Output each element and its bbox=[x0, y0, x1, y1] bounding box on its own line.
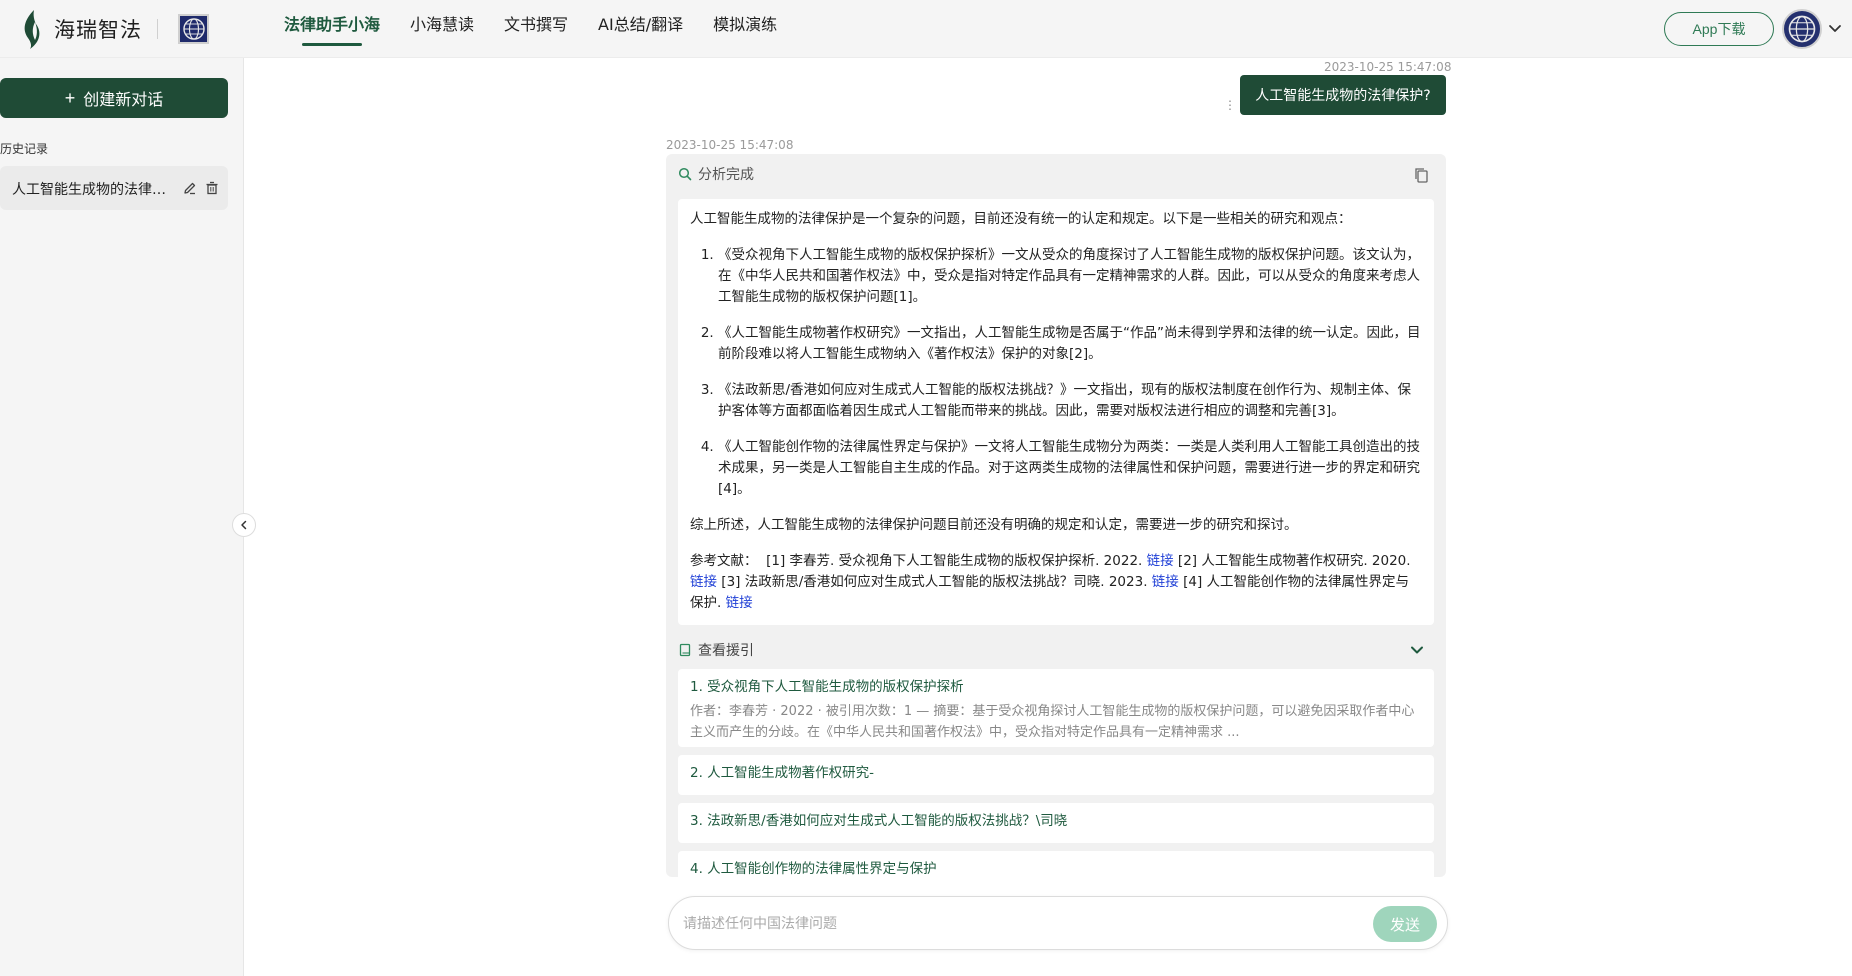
user-message-time: 2023-10-25 15:47:08 bbox=[1324, 60, 1452, 74]
answer-card: 分析完成 人工智能生成物的法律保护是一个复杂的问题，目前还没有统一的认定和规定。… bbox=[666, 154, 1446, 877]
references-text: 参考文献： [1] 李春芳. 受众视角下人工智能生成物的版权保护探析. 2022… bbox=[690, 551, 1422, 614]
logo-divider bbox=[157, 19, 158, 39]
answer-body: 人工智能生成物的法律保护是一个复杂的问题，目前还没有统一的认定和规定。以下是一些… bbox=[678, 199, 1434, 625]
answer-point: 《人工智能创作物的法律属性界定与保护》一文将人工智能生成物分为两类：一类是人类利… bbox=[718, 437, 1422, 500]
reference-text: [1] 李春芳. 受众视角下人工智能生成物的版权保护探析. 2022. bbox=[766, 553, 1143, 569]
new-chat-label: 创建新对话 bbox=[83, 92, 164, 109]
history-item-label: 人工智能生成物的法律保护? bbox=[12, 182, 172, 198]
chevron-down-icon[interactable] bbox=[1408, 641, 1426, 659]
citations-label: 查看援引 bbox=[698, 643, 754, 659]
answer-summary: 综上所述，人工智能生成物的法律保护问题目前还没有明确的规定和认定，需要进一步的研… bbox=[690, 517, 1298, 533]
history-item[interactable]: 人工智能生成物的法律保护? bbox=[0, 166, 228, 210]
citation-item[interactable]: 2. 人工智能生成物著作权研究- bbox=[678, 755, 1434, 795]
new-chat-button[interactable]: + 创建新对话 bbox=[0, 78, 228, 118]
nav-smart-reading[interactable]: 小海慧读 bbox=[395, 0, 489, 58]
citation-item[interactable]: 1. 受众视角下人工智能生成物的版权保护探析 作者：李春芳 · 2022 · 被… bbox=[678, 669, 1434, 747]
copy-icon[interactable] bbox=[1412, 166, 1430, 184]
history-label: 历史记录 bbox=[0, 142, 49, 156]
reference-link[interactable]: 链接 bbox=[1152, 574, 1179, 590]
trash-icon[interactable] bbox=[204, 180, 220, 196]
reference-text: [3] 法政新思/香港如何应对生成式人工智能的版权法挑战？司晓. 2023. bbox=[721, 574, 1148, 590]
send-button[interactable]: 发送 bbox=[1373, 906, 1437, 942]
book-icon bbox=[679, 643, 691, 657]
reference-link[interactable]: 链接 bbox=[690, 574, 717, 590]
answer-time: 2023-10-25 15:47:08 bbox=[666, 138, 794, 152]
sidebar: + 创建新对话 历史记录 人工智能生成物的法律保护? bbox=[0, 58, 244, 976]
citation-meta: 作者：李春芳 · 2022 · 被引用次数：1 — 摘要：基于受众视角探讨人工智… bbox=[690, 704, 1415, 740]
chevron-left-icon bbox=[241, 520, 247, 530]
flame-logo-icon bbox=[24, 10, 40, 49]
collapse-sidebar-button[interactable] bbox=[232, 513, 256, 537]
answer-point: 《法政新思/香港如何应对生成式人工智能的版权法挑战？》一文指出，现有的版权法制度… bbox=[718, 380, 1422, 422]
reference-link[interactable]: 链接 bbox=[726, 595, 753, 611]
brand-logo[interactable]: 海瑞智法 bbox=[20, 8, 142, 50]
chat-input-box: 发送 bbox=[668, 896, 1448, 950]
plus-icon: + bbox=[64, 87, 76, 108]
nav-simulation[interactable]: 模拟演练 bbox=[698, 0, 792, 58]
main-nav: 法律助手小海 小海慧读 文书撰写 AI总结/翻译 模拟演练 bbox=[284, 0, 792, 58]
reference-link[interactable]: 链接 bbox=[1147, 553, 1174, 569]
citation-title[interactable]: 3. 法政新思/香港如何应对生成式人工智能的版权法挑战？\司晓 bbox=[690, 811, 1422, 831]
more-options-icon[interactable]: ⋮ bbox=[1224, 98, 1236, 112]
partner-logo-icon bbox=[178, 14, 209, 44]
brand-name: 海瑞智法 bbox=[54, 18, 142, 42]
edit-icon[interactable] bbox=[182, 180, 198, 196]
user-avatar[interactable] bbox=[1782, 9, 1822, 49]
question-input[interactable] bbox=[683, 909, 1323, 939]
citation-title[interactable]: 4. 人工智能创作物的法律属性界定与保护 bbox=[690, 859, 1422, 877]
chevron-down-icon[interactable] bbox=[1826, 20, 1844, 38]
nav-ai-summary-translate[interactable]: AI总结/翻译 bbox=[583, 0, 698, 58]
top-header: 海瑞智法 法律助手小海 小海慧读 文书撰写 AI总结/翻译 模拟演练 App下载 bbox=[0, 0, 1852, 58]
citations-toggle[interactable]: 查看援引 bbox=[678, 635, 1434, 665]
citation-item[interactable]: 3. 法政新思/香港如何应对生成式人工智能的版权法挑战？\司晓 bbox=[678, 803, 1434, 843]
citation-title[interactable]: 1. 受众视角下人工智能生成物的版权保护探析 bbox=[690, 677, 1422, 697]
citation-item[interactable]: 4. 人工智能创作物的法律属性界定与保护 bbox=[678, 851, 1434, 877]
analysis-status-label: 分析完成 bbox=[698, 167, 754, 183]
app-download-button[interactable]: App下载 bbox=[1664, 12, 1774, 46]
search-icon bbox=[678, 167, 692, 181]
answer-intro: 人工智能生成物的法律保护是一个复杂的问题，目前还没有统一的认定和规定。以下是一些… bbox=[690, 211, 1352, 227]
answer-point: 《受众视角下人工智能生成物的版权保护探析》一文从受众的角度探讨了人工智能生成物的… bbox=[718, 245, 1422, 308]
nav-document-writing[interactable]: 文书撰写 bbox=[489, 0, 583, 58]
answer-point: 《人工智能生成物著作权研究》一文指出，人工智能生成物是否属于“作品”尚未得到学界… bbox=[718, 323, 1422, 365]
nav-legal-assistant[interactable]: 法律助手小海 bbox=[284, 0, 395, 58]
user-message-bubble: 人工智能生成物的法律保护? bbox=[1240, 75, 1446, 115]
globe-avatar-icon bbox=[1788, 15, 1816, 43]
answer-points: 《受众视角下人工智能生成物的版权保护探析》一文从受众的角度探讨了人工智能生成物的… bbox=[690, 245, 1422, 500]
citation-title[interactable]: 2. 人工智能生成物著作权研究- bbox=[690, 763, 1422, 783]
reference-text: [2] 人工智能生成物著作权研究. 2020. bbox=[1177, 553, 1411, 569]
references-prefix: 参考文献： bbox=[690, 553, 758, 569]
analysis-status: 分析完成 bbox=[678, 164, 754, 184]
